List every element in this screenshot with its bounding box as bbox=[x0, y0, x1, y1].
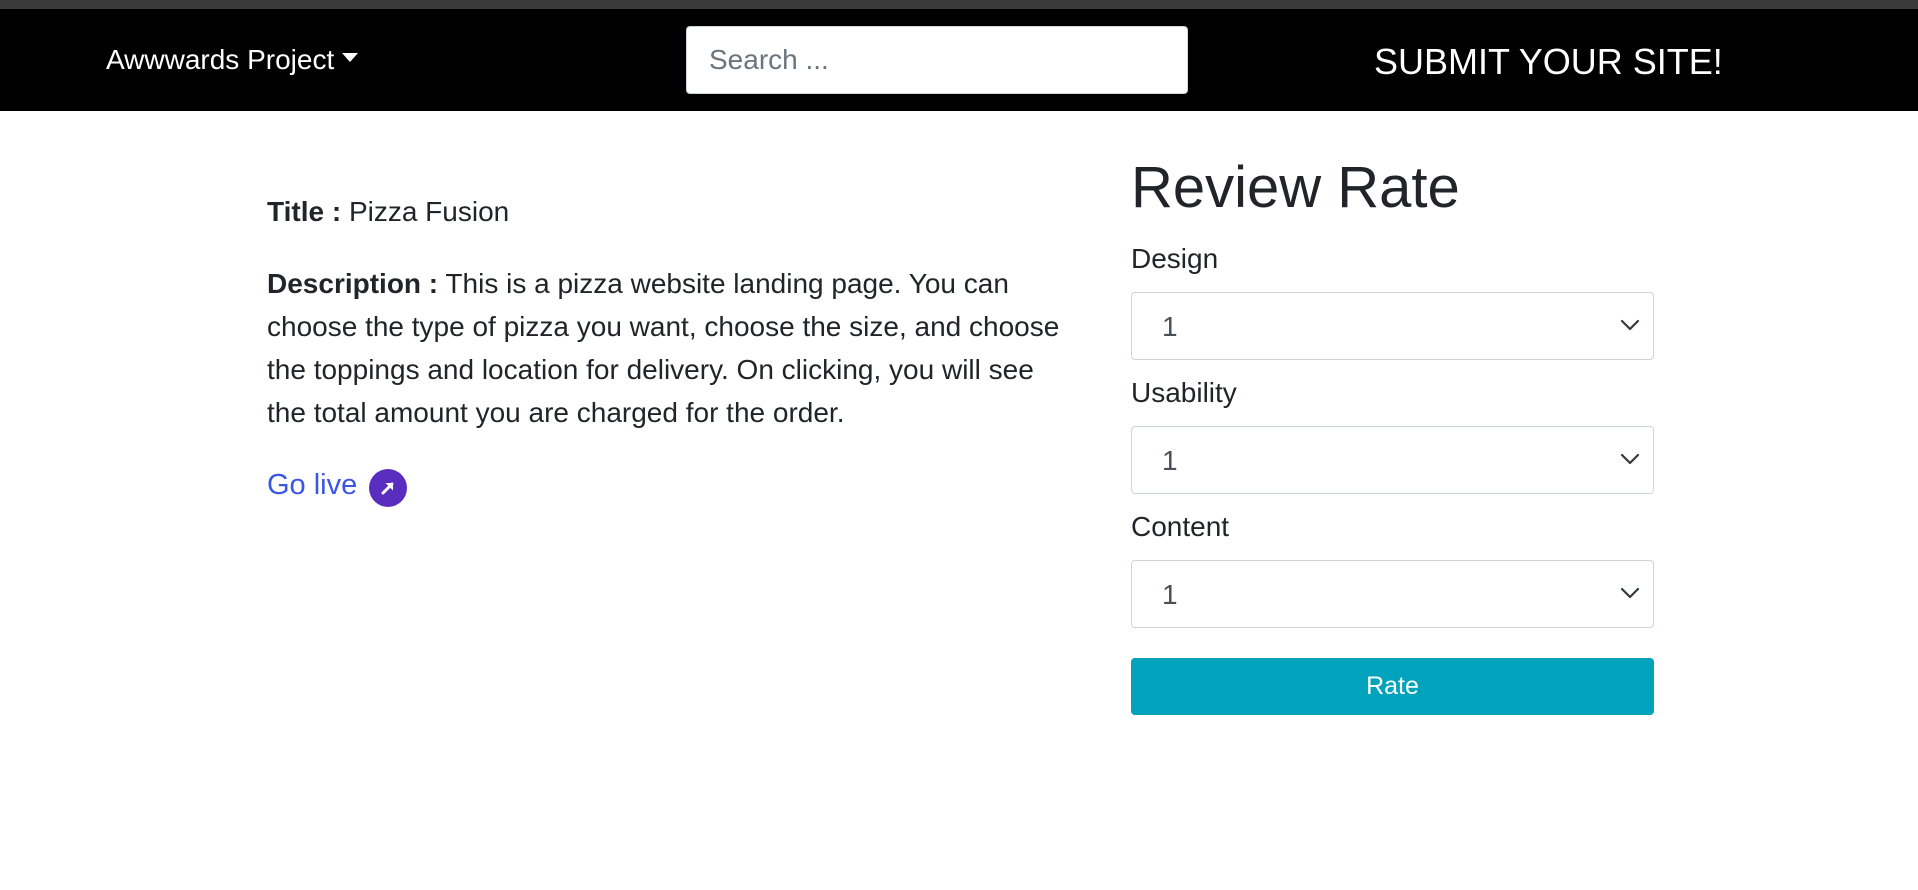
external-link-arrow-icon bbox=[369, 468, 408, 507]
usability-select-wrapper: 1 bbox=[1131, 426, 1654, 494]
project-details: Title : Pizza Fusion Description : This … bbox=[267, 190, 1067, 507]
usability-label: Usability bbox=[1131, 377, 1237, 408]
design-select[interactable]: 1 bbox=[1131, 292, 1654, 360]
description-label: Description : bbox=[267, 268, 439, 299]
design-select-wrapper: 1 bbox=[1131, 292, 1654, 360]
title-line: Title : Pizza Fusion bbox=[267, 190, 1067, 233]
title-label: Title : bbox=[267, 196, 342, 227]
content-label: Content bbox=[1131, 511, 1230, 542]
caret-down-icon bbox=[342, 52, 359, 62]
content-select-wrapper: 1 bbox=[1131, 560, 1654, 628]
description-line: Description : This is a pizza website la… bbox=[267, 262, 1067, 434]
project-title: Pizza Fusion bbox=[348, 196, 510, 227]
usability-select[interactable]: 1 bbox=[1131, 426, 1654, 494]
window-top-strip bbox=[0, 0, 1918, 9]
brand-label: Awwwards Project bbox=[106, 44, 335, 75]
design-label: Design bbox=[1131, 243, 1219, 274]
submit-site-link[interactable]: SUBMIT YOUR SITE! bbox=[1374, 41, 1723, 83]
navbar: Awwwards Project SUBMIT YOUR SITE! bbox=[0, 9, 1918, 111]
content-select[interactable]: 1 bbox=[1131, 560, 1654, 628]
go-live-label: Go live bbox=[267, 469, 358, 501]
search-input[interactable] bbox=[686, 26, 1188, 94]
review-rate-form: Review Rate Design 1 Usability 1 Content… bbox=[1131, 150, 1654, 715]
go-live-link[interactable]: Go live bbox=[267, 464, 408, 507]
rate-button[interactable]: Rate bbox=[1131, 658, 1654, 715]
review-heading: Review Rate bbox=[1131, 155, 1460, 220]
brand-dropdown[interactable]: Awwwards Project bbox=[106, 42, 359, 78]
